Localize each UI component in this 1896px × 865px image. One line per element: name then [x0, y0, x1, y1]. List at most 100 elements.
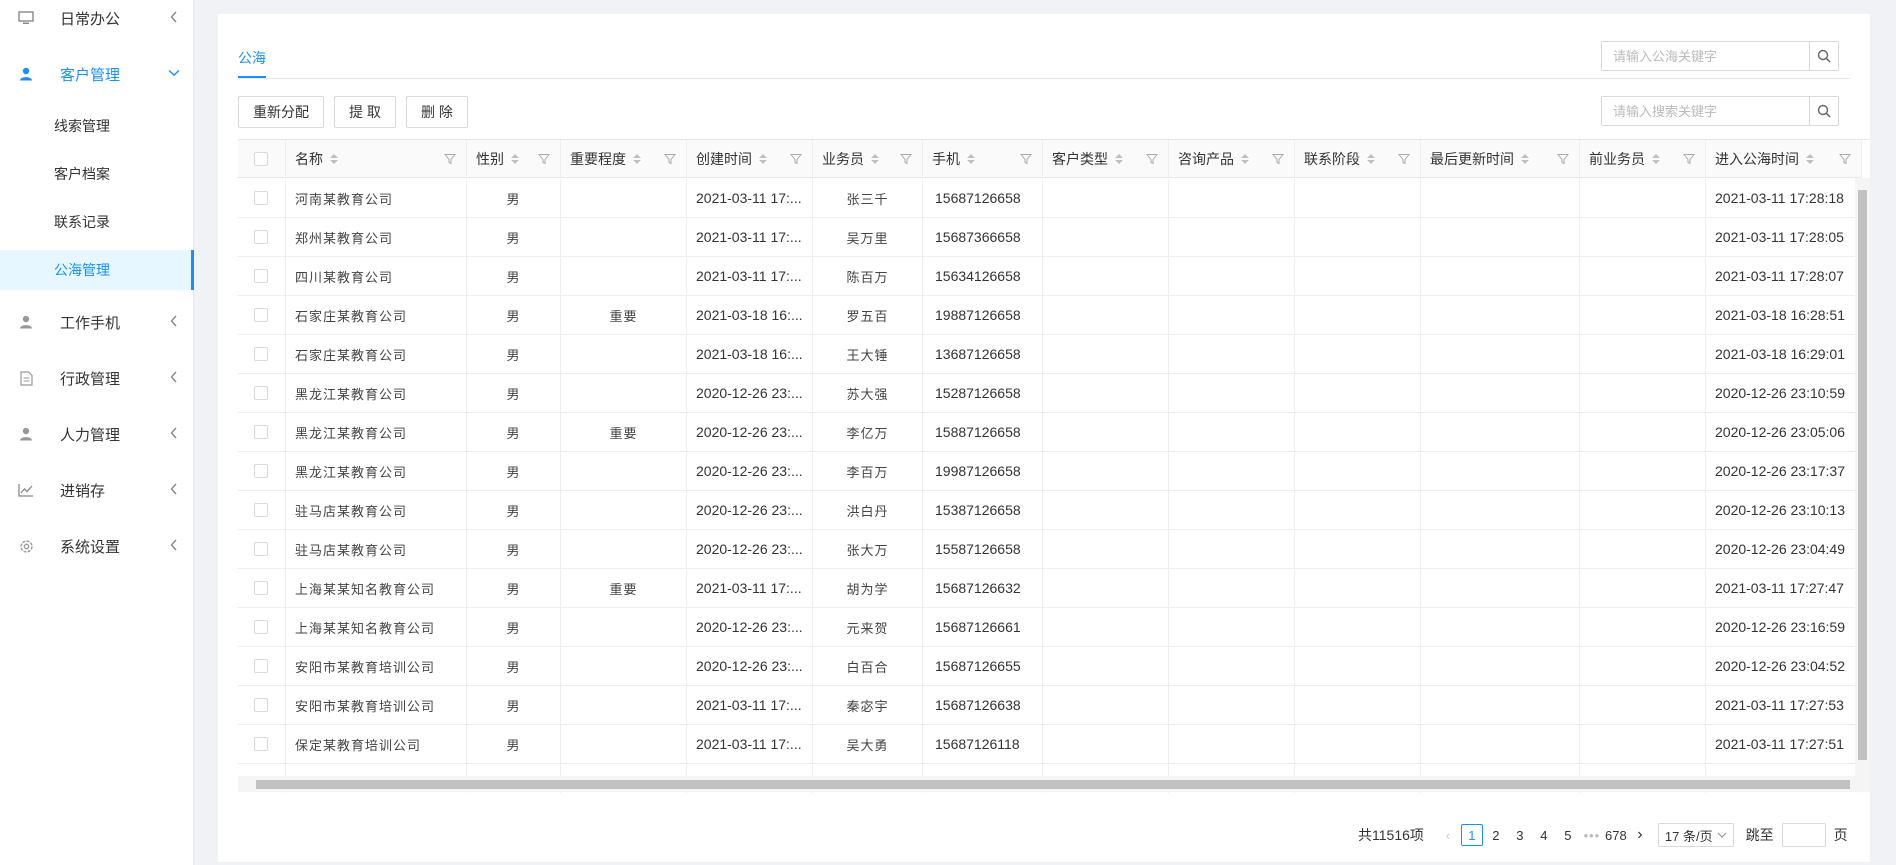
row-checkbox[interactable] — [254, 464, 268, 478]
sort-icon[interactable] — [1521, 154, 1529, 164]
column-header[interactable]: 最后更新时间 — [1421, 140, 1580, 178]
row-checkbox[interactable] — [254, 425, 268, 439]
filter-icon[interactable] — [538, 153, 550, 165]
page-button[interactable]: 4 — [1533, 824, 1555, 846]
table-row[interactable]: 安阳市某教育培训公司男 2021-03-11 17:... 秦宓宇 156871266… — [238, 686, 1862, 725]
column-header[interactable]: 联系阶段 — [1295, 140, 1421, 178]
row-checkbox[interactable] — [254, 347, 268, 361]
sort-icon[interactable] — [871, 154, 879, 164]
prev-page-button[interactable]: ‹ — [1437, 824, 1459, 846]
column-header[interactable]: 性别 — [467, 140, 561, 178]
row-checkbox[interactable] — [254, 737, 268, 751]
sort-icon[interactable] — [1367, 154, 1375, 164]
row-checkbox[interactable] — [254, 269, 268, 283]
filter-icon[interactable] — [1839, 153, 1851, 165]
table-row[interactable]: 四川某教育公司男 2021-03-11 17:... 陈百万 15634126658 2… — [238, 257, 1862, 296]
table-row[interactable]: 黑龙江某教育公司男重要 2020-12-26 23:... 李亿万 158871266… — [238, 413, 1862, 452]
table-search-input[interactable] — [1602, 97, 1810, 125]
submenu-contact-records[interactable]: 联系记录 — [0, 202, 194, 242]
row-checkbox[interactable] — [254, 620, 268, 634]
scroll-thumb[interactable] — [256, 780, 1850, 789]
page-button[interactable]: 3 — [1509, 824, 1531, 846]
filter-icon[interactable] — [664, 153, 676, 165]
search-icon[interactable] — [1809, 97, 1838, 125]
sort-icon[interactable] — [1241, 154, 1249, 164]
column-header[interactable]: 名称 — [286, 140, 467, 178]
page-button[interactable]: 2 — [1485, 824, 1507, 846]
row-checkbox[interactable] — [254, 503, 268, 517]
scroll-thumb[interactable] — [1858, 190, 1867, 760]
page-size-select[interactable]: 17 条/页 — [1657, 823, 1734, 847]
sort-icon[interactable] — [967, 154, 975, 164]
row-checkbox[interactable] — [254, 191, 268, 205]
table-row[interactable]: 黑龙江某教育公司男 2020-12-26 23:... 李百万 19987126658… — [238, 452, 1862, 491]
row-checkbox[interactable] — [254, 698, 268, 712]
sort-icon[interactable] — [633, 154, 641, 164]
table-row[interactable]: 保定某教育培训公司男 2021-03-11 17:... 吴大勇 1568712611… — [238, 725, 1862, 764]
table-row[interactable]: 石家庄某教育公司男重要 2021-03-18 16:... 罗五百 198871266… — [238, 296, 1862, 335]
menu-inventory[interactable]: 进销存 — [0, 468, 194, 512]
row-checkbox[interactable] — [254, 659, 268, 673]
menu-system-settings[interactable]: 系统设置 — [0, 524, 194, 568]
column-header[interactable]: 咨询产品 — [1169, 140, 1295, 178]
menu-work-phone[interactable]: 工作手机 — [0, 300, 194, 344]
filter-icon[interactable] — [1398, 153, 1410, 165]
filter-icon[interactable] — [1557, 153, 1569, 165]
menu-admin-management[interactable]: 行政管理 — [0, 356, 194, 400]
column-header[interactable]: 业务员 — [813, 140, 923, 178]
table-row[interactable]: 石家庄某教育公司男 2021-03-18 16:... 王大锤 13687126658… — [238, 335, 1862, 374]
table-row[interactable]: 驻马店某教育公司男 2020-12-26 23:... 洪白丹 15387126658… — [238, 491, 1862, 530]
page-button[interactable]: 678 — [1605, 824, 1627, 846]
table-row[interactable]: 河南某教育公司男 2021-03-11 17:... 张三千 15687126658 2… — [238, 179, 1862, 218]
select-all-checkbox[interactable] — [254, 152, 268, 166]
submenu-customer-files[interactable]: 客户档案 — [0, 154, 194, 194]
menu-daily-office[interactable]: 日常办公 — [0, 0, 194, 40]
reassign-button[interactable]: 重新分配 — [238, 96, 324, 128]
row-checkbox[interactable] — [254, 581, 268, 595]
table-row[interactable]: 上海某某知名教育公司男 2020-12-26 23:... 元来贺 156871266… — [238, 608, 1862, 647]
column-header[interactable]: 重要程度 — [561, 140, 687, 178]
table-row[interactable]: 驻马店某教育公司男 2020-12-26 23:... 张大万 15587126658… — [238, 530, 1862, 569]
column-header[interactable]: 客户类型 — [1043, 140, 1169, 178]
filter-icon[interactable] — [790, 153, 802, 165]
sort-icon[interactable] — [511, 154, 519, 164]
sort-icon[interactable] — [1652, 154, 1660, 164]
table-row[interactable]: 安阳市某教育培训公司男 2020-12-26 23:... 白百合 156871266… — [238, 647, 1862, 686]
table-row[interactable]: 黑龙江某教育公司男 2020-12-26 23:... 苏大强 15287126658… — [238, 374, 1862, 413]
sort-icon[interactable] — [1806, 154, 1814, 164]
menu-hr-management[interactable]: 人力管理 — [0, 412, 194, 456]
search-icon[interactable] — [1809, 42, 1838, 70]
submenu-leads[interactable]: 线索管理 — [0, 106, 194, 146]
table-row[interactable]: 郑州某教育公司男 2021-03-11 17:... 吴万里 15687366658 2… — [238, 218, 1862, 257]
filter-icon[interactable] — [900, 153, 912, 165]
row-checkbox[interactable] — [254, 308, 268, 322]
row-checkbox[interactable] — [254, 386, 268, 400]
filter-icon[interactable] — [1683, 153, 1695, 165]
page-button[interactable]: 5 — [1557, 824, 1579, 846]
menu-customer-management[interactable]: 客户管理 — [0, 52, 194, 96]
filter-icon[interactable] — [1020, 153, 1032, 165]
row-checkbox[interactable] — [254, 542, 268, 556]
column-header[interactable]: 创建时间 — [687, 140, 813, 178]
public-pool-search-input[interactable] — [1602, 42, 1810, 70]
delete-button[interactable]: 删 除 — [406, 96, 468, 128]
jump-page-input[interactable] — [1781, 823, 1826, 847]
column-header[interactable]: 前业务员 — [1580, 140, 1706, 178]
filter-icon[interactable] — [444, 153, 456, 165]
table-row[interactable]: 上海某某知名教育公司男重要 2021-03-11 17:... 胡为学 1568712… — [238, 569, 1862, 608]
next-page-button[interactable]: › — [1629, 824, 1651, 846]
submenu-public-pool[interactable]: 公海管理 — [0, 250, 194, 290]
page-button[interactable]: 1 — [1460, 824, 1483, 846]
sort-icon[interactable] — [759, 154, 767, 164]
sort-icon[interactable] — [330, 154, 338, 164]
column-header[interactable]: 进入公海时间 — [1706, 140, 1862, 178]
filter-icon[interactable] — [1272, 153, 1284, 165]
sort-icon[interactable] — [1115, 154, 1123, 164]
filter-icon[interactable] — [1146, 153, 1158, 165]
column-header[interactable]: 手机 — [923, 140, 1043, 178]
page-ellipsis[interactable]: ••• — [1581, 824, 1603, 846]
horizontal-scrollbar[interactable] — [238, 776, 1870, 792]
tab-public-pool[interactable]: 公海 — [238, 40, 266, 78]
row-checkbox[interactable] — [254, 230, 268, 244]
vertical-scrollbar[interactable] — [1855, 178, 1870, 776]
